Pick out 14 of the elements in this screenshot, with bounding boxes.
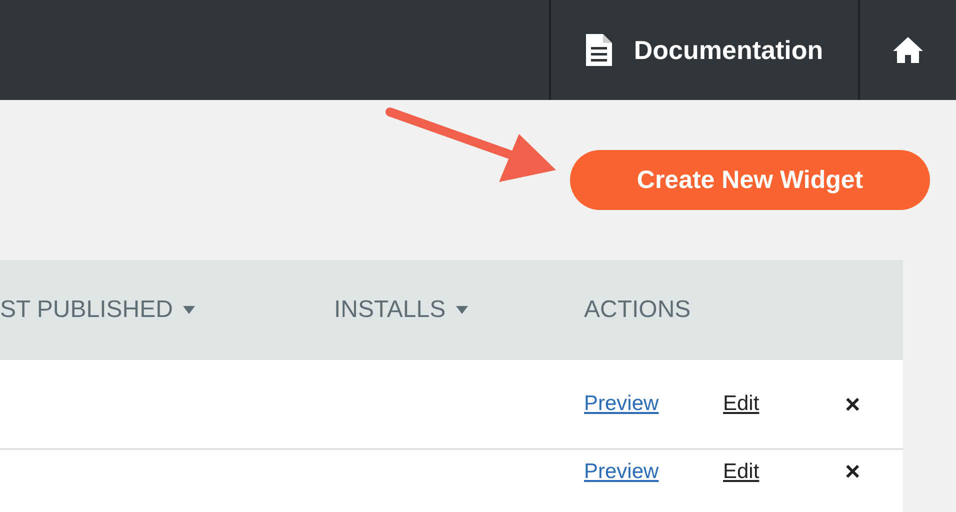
caret-icon <box>456 306 468 314</box>
preview-link[interactable]: Preview <box>584 392 723 416</box>
preview-link[interactable]: Preview <box>584 460 723 484</box>
edit-link[interactable]: Edit <box>723 392 841 416</box>
edit-link[interactable]: Edit <box>723 460 841 484</box>
column-header: ACTIONS <box>584 296 691 324</box>
document-icon <box>586 34 612 66</box>
home-icon <box>893 37 923 63</box>
column-header[interactable]: ST PUBLISHED <box>0 296 195 324</box>
column-header[interactable]: INSTALLS <box>334 296 468 324</box>
delete-button[interactable]: × <box>841 388 864 420</box>
delete-button[interactable]: × <box>841 456 864 487</box>
caret-icon <box>182 306 195 314</box>
documentation-link[interactable]: Documentation <box>549 0 860 100</box>
